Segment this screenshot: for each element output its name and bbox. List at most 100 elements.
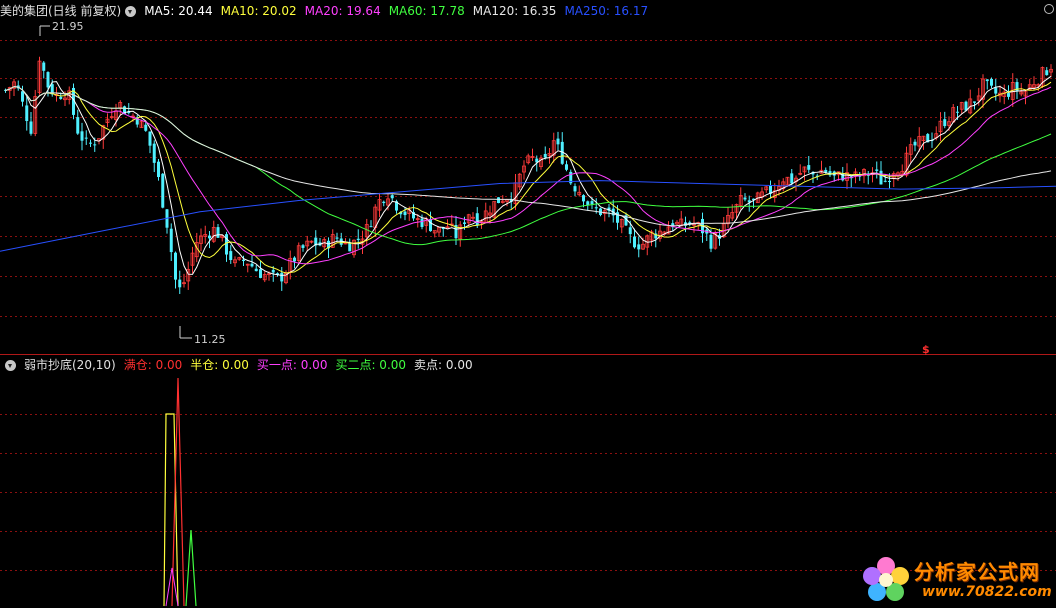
ma250-value: MA250: 16.17 [564,4,649,18]
candle-body [161,173,165,208]
candle-body [216,227,220,238]
candle-body [543,153,547,158]
flower-logo-icon [863,557,909,601]
candle-body [259,269,262,278]
candle-body [807,165,811,170]
candle-body [93,144,97,146]
candle-body [1007,93,1010,97]
candle-body [29,121,33,134]
candle-body [293,257,296,262]
candle-body [973,101,976,103]
high-price-label: 21.95 [52,20,84,33]
price-panel-header: 美的集团(日线 前复权) MA5: 20.44 MA10: 20.02 MA20… [0,2,656,20]
candle-body [565,164,568,170]
ma10-value: MA10: 20.02 [220,4,297,18]
candle-body [89,142,92,144]
candle-body [25,105,29,122]
indicator-full-position: 满仓: 0.00 [123,358,183,372]
chart-canvas[interactable] [0,0,1056,608]
candle-body [84,137,88,139]
candle-body [637,244,641,250]
indicator-buy-point-one: 买一点: 0.00 [256,358,328,372]
candle-body [594,207,598,209]
candle-body [586,201,590,205]
candle-body [709,234,713,249]
indicator-half-position: 半仓: 0.00 [190,358,249,372]
indicator-panel-header: 弱市抄底(20,10) 满仓: 0.00 半仓: 0.00 买一点: 0.00 … [0,356,481,374]
candle-body [403,211,407,216]
candle-body [888,180,891,182]
candle-body [335,237,339,239]
ma20-value: MA20: 19.64 [304,4,381,18]
candle-body [497,197,500,204]
ma5-value: MA5: 20.44 [144,4,213,18]
candle-body [556,138,560,145]
candle-body [301,245,305,248]
candle-body [429,219,432,232]
candle-body [382,201,386,204]
settings-circle-icon[interactable] [1044,4,1054,14]
stock-title: 美的集团(日线 前复权) [0,4,122,18]
buy-point-two-line [185,529,197,607]
candle-body [1045,70,1049,76]
candle-body [590,201,594,205]
candle-body [169,228,173,253]
candle-body [633,236,636,248]
candle-body [242,259,245,262]
chevron-down-icon[interactable] [125,5,137,17]
candle-body [420,218,424,227]
candle-body [990,78,993,86]
candle-body [76,117,80,134]
candle-body [59,96,63,99]
candle-body [157,161,160,178]
candle-body [271,269,275,273]
candle-body [21,91,24,102]
candle-body [174,252,177,280]
candle-body [152,143,156,163]
candle-body [280,272,284,282]
candle-body [463,222,466,224]
candle-body [42,62,46,71]
candle-body [790,173,794,184]
low-price-label: 11.25 [194,333,226,346]
candle-body [943,119,947,127]
candle-body [148,131,152,146]
watermark-title: 分析家公式网 [914,560,1040,584]
ma120-value: MA120: 16.35 [472,4,557,18]
candle-body [573,186,577,192]
indicator-title: 弱市抄底(20,10) [24,358,116,372]
candle-body [144,124,148,131]
candle-body [390,195,394,199]
ma60-value: MA60: 17.78 [388,4,465,18]
candle-body [369,226,373,228]
candle-body [356,238,360,241]
candle-body [883,180,887,182]
candle-body [628,227,632,235]
candle-body [80,131,84,141]
candlestick-series [4,25,1053,339]
candle-body [348,243,352,252]
ma60-line [5,86,1052,246]
watermark-url: www.70822.com [922,584,1052,600]
indicator-sell-point: 卖点: 0.00 [414,358,473,372]
candle-body [985,79,989,82]
chart-window[interactable]: 美的集团(日线 前复权) MA5: 20.44 MA10: 20.02 MA20… [0,0,1056,608]
candle-body [250,263,254,267]
signal-mark: $ [922,343,930,356]
candle-body [582,195,585,202]
chevron-down-icon[interactable] [5,359,16,371]
watermark-logo: 分析家公式网 www.70822.com [858,552,1054,606]
ma250-line [0,180,1056,252]
candle-body [46,72,50,88]
candle-body [956,111,959,113]
candle-body [879,170,883,185]
candle-body [875,169,879,171]
candle-body [208,235,211,239]
candle-body [475,213,479,226]
candle-body [178,279,182,288]
full-position-line [171,377,185,607]
candle-body [229,251,233,261]
candle-body [743,197,747,200]
indicator-buy-point-two: 买二点: 0.00 [335,358,407,372]
candle-body [913,141,917,146]
